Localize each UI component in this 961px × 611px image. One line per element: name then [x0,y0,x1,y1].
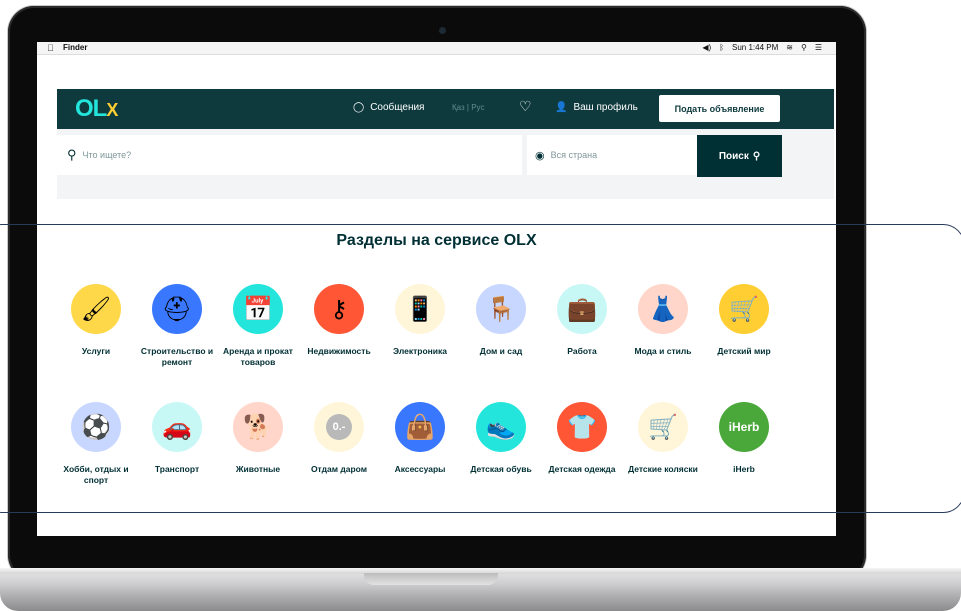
category-label: Работа [567,346,597,356]
profile-label: Ваш профиль [573,102,638,113]
category-item[interactable]: iHerb iHerb [702,402,786,475]
hard-hat-icon: ⛑ [152,284,202,334]
category-label: Детские коляски [628,464,698,474]
clock[interactable]: Sun 1:44 PM [732,42,778,54]
category-item[interactable]: 🛒 Детский мир [702,284,786,357]
free-icon: 0.- [314,402,364,452]
phone-icon: 📱 [395,284,445,334]
category-label: Аренда и прокат товаров [223,346,293,367]
category-item[interactable]: ⚽ Хобби, отдых и спорт [54,402,138,486]
soccer-ball-icon: ⚽ [71,402,121,452]
location-pin-icon: ◉ [535,149,545,162]
olx-logo[interactable]: OLX [75,95,118,123]
bodysuit-icon: 👕 [557,402,607,452]
menu-extras: ◀) ᛒ Sun 1:44 PM ≋ ⚲ ☰ [702,42,822,54]
apple-icon[interactable]:  [47,42,54,54]
messages-label: Сообщения [370,102,425,113]
category-label: Хобби, отдых и спорт [63,464,129,485]
search-bar: ⚲ Что ищете? ◉ Вся страна Поиск ⚲ [57,129,834,199]
category-label: Мода и стиль [634,346,692,356]
sections-title: Разделы на сервисе OLX [336,232,537,249]
search-placeholder: Что ищете? [82,150,132,160]
category-label: Животные [235,464,281,474]
category-item[interactable]: 🐕 Животные [216,402,300,475]
dog-icon: 🐕 [233,402,283,452]
category-label: Электроника [393,346,447,356]
location-placeholder: Вся страна [550,150,598,160]
paint-roller-icon: 🖌 [71,284,121,334]
volume-icon[interactable]: ◀) [702,42,711,54]
favorites-heart-icon[interactable]: ♡ [519,98,532,115]
category-label: Услуги [81,346,111,356]
shoes-icon: 👟 [476,402,526,452]
bluetooth-icon[interactable]: ᛒ [719,42,724,54]
category-item[interactable]: 👜 Аксессуары [378,402,462,475]
category-item[interactable]: 👕 Детская одежда [540,402,624,475]
search-icon: ⚲ [67,147,77,162]
category-label: Недвижимость [307,346,371,356]
screen:  Finder ◀) ᛒ Sun 1:44 PM ≋ ⚲ ☰ OLX ◯ Со… [37,42,836,536]
spotlight-icon[interactable]: ⚲ [801,42,807,54]
finder-menu[interactable]: Finder [63,42,87,54]
chair-icon: 🪑 [476,284,526,334]
category-label: Дом и сад [479,346,523,356]
menu-list-icon[interactable]: ☰ [815,42,822,54]
calendar-icon: 📅 [233,284,283,334]
category-item[interactable]: 👗 Мода и стиль [621,284,705,357]
logo-text: OL [75,95,107,122]
pram-icon: 🛒 [638,402,688,452]
category-item[interactable]: 🛒 Детские коляски [621,402,705,475]
camera-icon [439,27,446,34]
category-label: Детская обувь [470,464,532,474]
chat-bubble-icon: ◯ [353,102,365,113]
category-label: Аксессуары [394,464,446,474]
iherb-logo-icon: iHerb [719,402,769,452]
messages-link[interactable]: ◯ Сообщения [353,102,424,113]
post-ad-button[interactable]: Подать объявление [659,95,780,122]
category-label: Отдам даром [310,464,368,474]
category-item[interactable]: 0.- Отдам даром [297,402,381,475]
category-item[interactable]: 🚗 Транспорт [135,402,219,475]
category-item[interactable]: 🖌 Услуги [54,284,138,357]
language-switch[interactable]: Қаз | Рус [452,103,484,112]
bag-icon: 👜 [395,402,445,452]
category-item[interactable]: 📱 Электроника [378,284,462,357]
category-item[interactable]: 👟 Детская обувь [459,402,543,475]
search-button-label: Поиск [718,150,749,162]
stroller-icon: 🛒 [719,284,769,334]
location-input[interactable]: ◉ Вся страна [527,135,697,175]
laptop-notch [364,573,498,585]
mac-menu-bar:  Finder ◀) ᛒ Sun 1:44 PM ≋ ⚲ ☰ [37,42,836,55]
car-icon: 🚗 [152,402,202,452]
key-icon: ⚷ [314,284,364,334]
user-icon: 👤 [555,102,568,113]
search-button[interactable]: Поиск ⚲ [697,135,782,177]
search-input[interactable]: ⚲ Что ищете? [57,135,522,175]
category-label: Детский мир [717,346,771,356]
category-item[interactable]: 📅 Аренда и прокат товаров [216,284,300,368]
dress-icon: 👗 [638,284,688,334]
search-button-icon: ⚲ [752,150,761,162]
category-item[interactable]: ⚷ Недвижимость [297,284,381,357]
category-item[interactable]: ⛑ Строительство и ремонт [135,284,219,368]
category-label: iHerb [733,464,755,474]
category-label: Детская одежда [548,464,616,474]
category-label: Транспорт [154,464,200,474]
category-item[interactable]: 💼 Работа [540,284,624,357]
category-label: Строительство и ремонт [140,346,214,367]
briefcase-icon: 💼 [557,284,607,334]
wifi-icon[interactable]: ≋ [786,42,793,54]
site-header: OLX ◯ Сообщения Қаз | Рус ♡ 👤 Ваш профил… [57,89,834,129]
category-item[interactable]: 🪑 Дом и сад [459,284,543,357]
profile-link[interactable]: 👤 Ваш профиль [555,102,638,113]
logo-x: X [106,100,118,120]
